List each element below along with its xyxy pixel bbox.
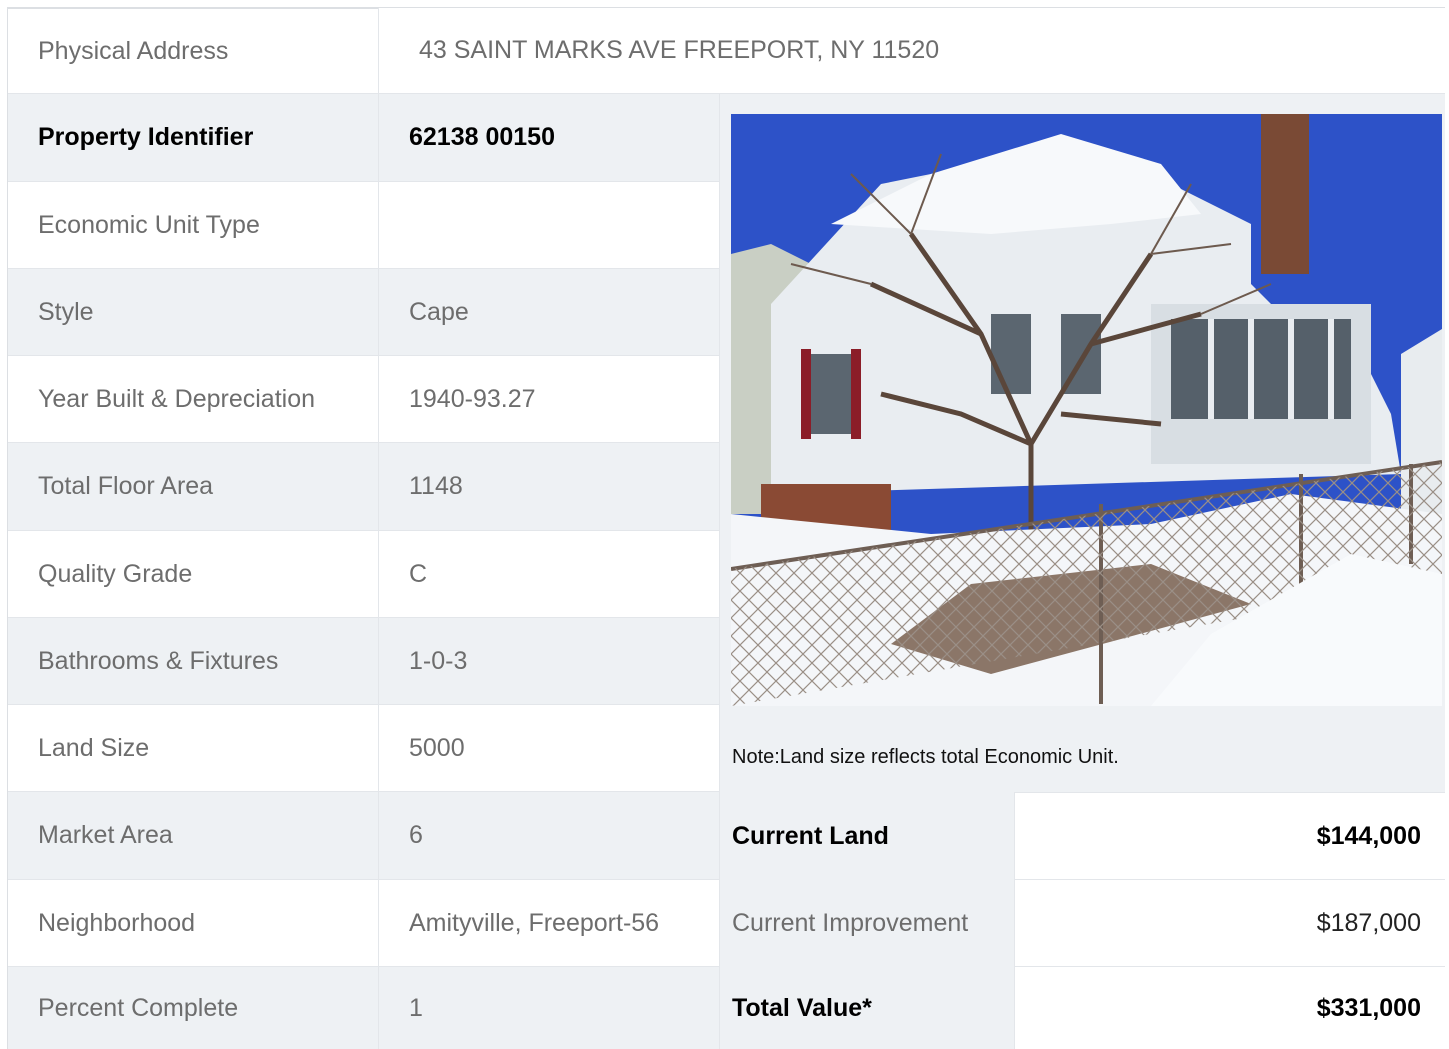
property-photo	[731, 114, 1442, 706]
field-label-neighborhood: Neighborhood	[8, 880, 379, 967]
field-label-market-area: Market Area	[8, 792, 379, 880]
field-value-style: Cape	[378, 269, 719, 356]
current-land-value: $144,000	[1014, 792, 1445, 880]
field-value-year-built: 1940-93.27	[378, 356, 719, 443]
field-value-percent-complete: 1	[378, 967, 719, 1049]
address-label-cell: Physical Address	[8, 8, 379, 94]
field-label-year-built: Year Built & Depreciation	[8, 356, 379, 443]
current-land-label: Current Land	[732, 821, 889, 850]
field-label-economic-unit-type: Economic Unit Type	[8, 182, 379, 269]
current-improvement-label: Current Improvement	[732, 909, 969, 937]
field-value-total-floor-area: 1148	[378, 443, 719, 531]
total-value-value: $331,000	[1014, 967, 1445, 1049]
address-value: 43 SAINT MARKS AVE FREEPORT, NY 11520	[419, 36, 940, 64]
address-value-cell: 43 SAINT MARKS AVE FREEPORT, NY 11520	[378, 8, 1445, 94]
field-label-land-size: Land Size	[8, 705, 379, 792]
field-value-market-area: 6	[378, 792, 719, 880]
field-label-total-floor-area: Total Floor Area	[8, 443, 379, 531]
field-label-quality-grade: Quality Grade	[8, 531, 379, 618]
field-label-percent-complete: Percent Complete	[8, 967, 379, 1049]
total-value-label: Total Value*	[732, 993, 872, 1022]
address-label: Physical Address	[38, 36, 229, 65]
field-label-property-identifier: Property Identifier	[8, 94, 379, 182]
current-improvement-value: $187,000	[1014, 880, 1445, 967]
field-label-style: Style	[8, 269, 379, 356]
field-value-property-identifier: 62138 00150	[378, 94, 719, 182]
field-value-quality-grade: C	[378, 531, 719, 618]
field-value-land-size: 5000	[378, 705, 719, 792]
land-size-note: Note:Land size reflects total Economic U…	[732, 746, 1119, 768]
field-value-economic-unit-type	[378, 182, 719, 269]
field-value-neighborhood: Amityville, Freeport-56	[378, 880, 719, 967]
field-label-bathrooms: Bathrooms & Fixtures	[8, 618, 379, 705]
field-value-bathrooms: 1-0-3	[378, 618, 719, 705]
